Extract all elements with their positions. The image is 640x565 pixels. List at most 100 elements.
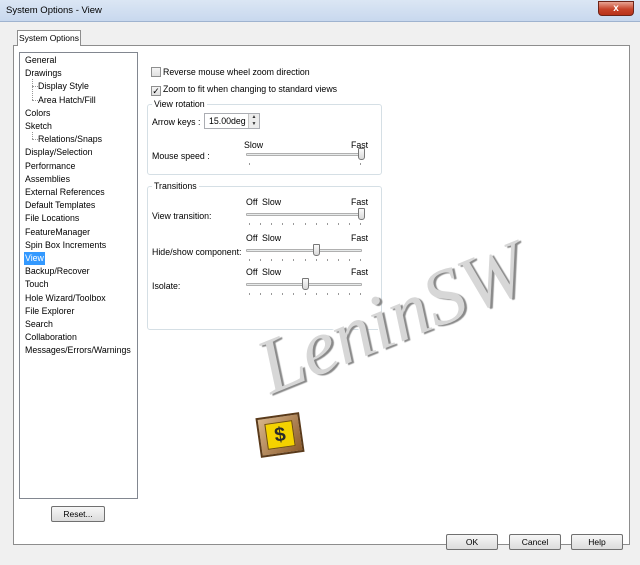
transition-slider-track — [246, 249, 362, 252]
options-tree[interactable]: General Drawings Display Style Area Hatch/F… — [19, 52, 138, 499]
tree-item[interactable]: Drawings — [24, 67, 63, 80]
tree-item[interactable]: File Locations — [24, 212, 80, 225]
zoom-to-fit-option[interactable]: ✓ Zoom to fit when changing to standard v… — [151, 84, 337, 96]
window-title: System Options - View — [6, 5, 102, 16]
tick-mark — [304, 293, 306, 295]
reverse-wheel-label: Reverse mouse wheel zoom direction — [163, 67, 310, 77]
tick-mark — [249, 223, 250, 225]
view-rotation-title: View rotation — [152, 99, 207, 109]
arrow-keys-spinbox[interactable]: 15.00deg ▲ ▼ — [204, 113, 260, 129]
transition-off-label: Off — [246, 197, 258, 207]
mouse-speed-slider[interactable] — [358, 148, 365, 160]
transition-fast-label: Fast — [351, 233, 369, 243]
ok-button[interactable]: OK — [446, 534, 498, 550]
transition-slider[interactable] — [302, 278, 309, 290]
cancel-button[interactable]: Cancel — [509, 534, 561, 550]
tick-mark — [249, 163, 250, 165]
tree-item[interactable]: Colors — [24, 107, 51, 120]
transition-slow-label: Slow — [262, 233, 282, 243]
tree-item[interactable]: File Explorer — [24, 305, 75, 318]
transition-row-label: Isolate: — [152, 281, 181, 291]
tree-item[interactable]: Display/Selection — [24, 146, 93, 159]
dialog-body: System Options General Drawings Display St… — [0, 22, 640, 565]
tick-mark — [282, 223, 284, 225]
tick-mark — [360, 163, 361, 165]
reverse-wheel-checkbox[interactable] — [151, 67, 161, 77]
transition-ticks — [249, 223, 361, 226]
tick-mark — [249, 259, 250, 261]
close-button[interactable]: x — [598, 1, 634, 16]
tree-connector — [32, 132, 33, 140]
transition-off-label: Off — [246, 267, 258, 277]
transition-slow-label: Slow — [262, 267, 282, 277]
tick-mark — [326, 223, 328, 225]
tab-system-options[interactable]: System Options — [17, 30, 81, 46]
transition-slider[interactable] — [313, 244, 321, 256]
tick-mark — [348, 223, 350, 225]
spin-up-icon[interactable]: ▲ — [249, 114, 259, 121]
tree-item[interactable]: External References — [24, 186, 106, 199]
transition-fast-label: Fast — [351, 267, 369, 277]
tree-item[interactable]: Assemblies — [24, 173, 71, 186]
tick-mark — [315, 293, 317, 295]
tree-item[interactable]: Hole Wizard/Toolbox — [24, 292, 107, 305]
tree-item[interactable]: Default Templates — [24, 199, 96, 212]
tick-mark — [260, 223, 262, 225]
tick-mark — [326, 259, 328, 261]
arrow-keys-label: Arrow keys : — [152, 117, 201, 127]
reverse-wheel-option[interactable]: Reverse mouse wheel zoom direction — [151, 67, 310, 79]
tree-item[interactable]: Messages/Errors/Warnings — [24, 344, 132, 357]
tree-connector — [32, 79, 33, 100]
transition-ticks — [249, 259, 361, 262]
tree-item[interactable]: Performance — [24, 160, 76, 173]
help-button[interactable]: Help — [571, 534, 623, 550]
tree-item[interactable]: Touch — [24, 278, 49, 291]
tree-item[interactable]: FeatureManager — [24, 226, 91, 239]
tree-item[interactable]: Search — [24, 318, 54, 331]
tick-mark — [337, 259, 339, 261]
tick-mark — [360, 259, 361, 261]
tick-mark — [360, 223, 361, 225]
tick-mark — [282, 293, 284, 295]
tick-mark — [304, 223, 306, 225]
zoom-to-fit-label: Zoom to fit when changing to standard vi… — [163, 84, 338, 94]
transition-slow-label: Slow — [262, 197, 282, 207]
tree-item[interactable]: Collaboration — [24, 331, 78, 344]
tree-connector — [32, 99, 38, 101]
tree-item[interactable]: Backup/Recover — [24, 265, 91, 278]
tree-item[interactable]: Display Style — [37, 80, 90, 93]
spin-down-icon[interactable]: ▼ — [249, 121, 259, 128]
mouse-speed-label: Mouse speed : — [152, 151, 210, 161]
tick-mark — [293, 223, 295, 225]
tree-item[interactable]: Relations/Snaps — [37, 133, 103, 146]
tick-mark — [337, 223, 339, 225]
tick-mark — [348, 259, 350, 261]
dollar-icon: $ — [264, 420, 296, 450]
tree-item[interactable]: General — [24, 54, 57, 67]
transition-slider[interactable] — [358, 208, 365, 220]
zoom-to-fit-checkbox[interactable]: ✓ — [151, 86, 161, 96]
tick-mark — [271, 293, 273, 295]
tree-item[interactable]: Sketch — [24, 120, 53, 133]
tick-mark — [304, 259, 306, 261]
tick-mark — [282, 259, 284, 261]
tab-panel: General Drawings Display Style Area Hatch/F… — [13, 45, 630, 545]
tick-mark — [271, 259, 273, 261]
tick-mark — [293, 259, 295, 261]
watermark-logo: $ — [255, 412, 305, 458]
mouse-speed-slow-label: Slow — [244, 140, 264, 150]
tick-mark — [260, 259, 262, 261]
transition-row-label: Hide/show component: — [152, 247, 242, 257]
transition-row-label: View transition: — [152, 211, 212, 221]
title-bar: System Options - View x — [0, 0, 640, 22]
tree-item[interactable]: Spin Box Increments — [24, 239, 107, 252]
transition-off-label: Off — [246, 233, 258, 243]
tick-mark — [271, 223, 273, 225]
tree-connector — [32, 139, 38, 141]
tree-item[interactable]: View — [24, 252, 45, 265]
tick-mark — [249, 293, 250, 295]
reset-button[interactable]: Reset... — [51, 506, 105, 522]
arrow-keys-value: 15.00deg — [209, 116, 246, 126]
tick-mark — [293, 293, 295, 295]
tree-item[interactable]: Area Hatch/Fill — [37, 94, 97, 107]
